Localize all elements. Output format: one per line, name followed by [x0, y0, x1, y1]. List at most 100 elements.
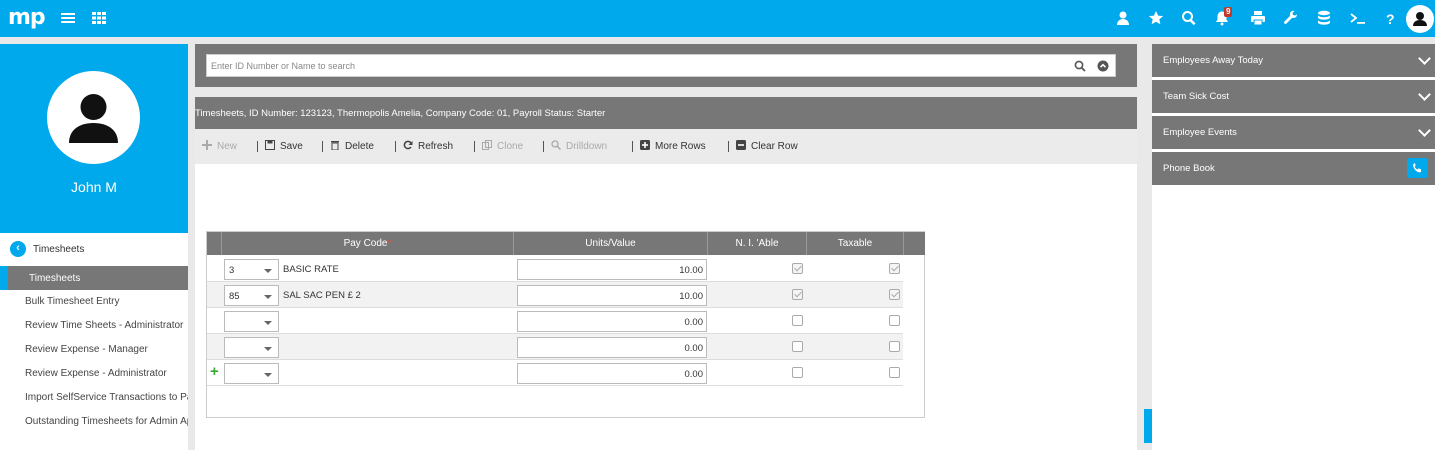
units-value-input[interactable]: 0.00: [517, 337, 707, 358]
help-icon[interactable]: ?: [1382, 10, 1398, 26]
phone-book-panel[interactable]: Phone Book: [1152, 152, 1435, 185]
chevron-up-circle-icon[interactable]: [1097, 60, 1109, 72]
chevron-down-icon[interactable]: [1418, 88, 1431, 101]
left-panel: John M ‹ Timesheets Timesheets Bulk Time…: [0, 44, 188, 450]
pay-code-select[interactable]: [224, 337, 279, 358]
top-bar: mp 9 ?: [0, 0, 1435, 37]
units-value-input[interactable]: 0.00: [517, 311, 707, 332]
pay-code-select[interactable]: 85: [224, 285, 279, 306]
nav-item-review-expense-manager[interactable]: Review Expense - Manager: [25, 344, 188, 355]
units-value-input[interactable]: 0.00: [517, 363, 707, 384]
toolbar-separator: [474, 141, 475, 152]
nav-item-label: Timesheets: [29, 273, 81, 284]
table-row: 3 BASIC RATE 10.00: [207, 256, 903, 282]
user-avatar-icon: [1413, 12, 1427, 26]
chevron-down-icon[interactable]: [1418, 52, 1431, 65]
search-icon[interactable]: [1181, 10, 1197, 26]
zoom-icon: [551, 140, 561, 150]
nav-item-bulk-timesheet[interactable]: Bulk Timesheet Entry: [25, 296, 188, 307]
employee-search-input[interactable]: [211, 59, 1011, 73]
timesheet-content: Pay Code* Units/Value N. I. 'Able Taxabl…: [195, 164, 1137, 450]
main-content: Timesheets, ID Number: 123123, Thermopol…: [195, 44, 1137, 450]
add-row-icon[interactable]: +: [210, 363, 219, 380]
app-logo[interactable]: mp: [8, 5, 46, 30]
units-value-input[interactable]: 10.00: [517, 285, 707, 306]
account-avatar[interactable]: [1406, 5, 1434, 33]
refresh-icon: [403, 140, 413, 150]
pay-code-description: BASIC RATE: [283, 264, 339, 275]
toolbar-separator: [257, 141, 258, 152]
plus-square-icon: [640, 140, 650, 150]
new-button[interactable]: New: [202, 140, 237, 152]
chevron-down-icon: [264, 321, 272, 325]
panel-divider: [1137, 44, 1151, 450]
wrench-icon[interactable]: [1283, 10, 1299, 26]
panel-title: Phone Book: [1163, 163, 1215, 174]
right-panel-toggle[interactable]: [1144, 409, 1152, 443]
team-sick-cost-panel[interactable]: Team Sick Cost: [1152, 80, 1435, 113]
apps-grid-icon[interactable]: [91, 10, 107, 26]
active-indicator: [0, 266, 8, 290]
pay-code-select[interactable]: [224, 363, 279, 384]
nav-item-outstanding-timesheets[interactable]: Outstanding Timesheets for Admin Ap: [25, 416, 188, 427]
ni-able-checkbox[interactable]: [792, 263, 803, 274]
profile-avatar[interactable]: [47, 71, 140, 164]
nav-item-review-expense-admin[interactable]: Review Expense - Administrator: [25, 368, 188, 379]
pay-code-select[interactable]: [224, 311, 279, 332]
clear-row-button[interactable]: Clear Row: [736, 140, 798, 152]
back-arrow-icon[interactable]: ‹: [10, 241, 26, 257]
record-title: Timesheets, ID Number: 123123, Thermopol…: [195, 108, 606, 119]
database-icon[interactable]: [1316, 10, 1332, 26]
ni-able-checkbox[interactable]: [792, 367, 803, 378]
taxable-checkbox[interactable]: [889, 367, 900, 378]
chevron-down-icon: [264, 347, 272, 351]
pay-code-description: SAL SAC PEN £ 2: [283, 290, 361, 301]
nav-item-timesheets[interactable]: Timesheets: [0, 266, 188, 290]
nav-item-review-timesheets-admin[interactable]: Review Time Sheets - Administrator: [25, 320, 188, 331]
save-button[interactable]: Save: [265, 140, 303, 152]
clone-button[interactable]: Clone: [482, 140, 523, 152]
hamburger-menu-icon[interactable]: [60, 10, 76, 26]
ni-able-checkbox[interactable]: [792, 289, 803, 300]
delete-button[interactable]: Delete: [330, 140, 374, 152]
taxable-checkbox[interactable]: [889, 341, 900, 352]
terminal-icon[interactable]: [1350, 10, 1366, 26]
ni-able-checkbox[interactable]: [792, 341, 803, 352]
header-filler: [903, 232, 925, 255]
search-icon[interactable]: [1074, 60, 1086, 72]
units-header[interactable]: Units/Value: [513, 232, 707, 255]
table-row: + 0.00: [207, 360, 903, 386]
star-icon[interactable]: [1148, 10, 1164, 26]
taxable-checkbox[interactable]: [889, 289, 900, 300]
nav-back-header[interactable]: ‹ Timesheets: [0, 238, 188, 262]
row-marker-header: [207, 232, 221, 255]
employees-away-panel[interactable]: Employees Away Today: [1152, 44, 1435, 77]
action-toolbar: New Save Delete Refresh Clone Drilldown …: [195, 129, 1137, 164]
ni-able-checkbox[interactable]: [792, 315, 803, 326]
taxable-checkbox[interactable]: [889, 263, 900, 274]
chevron-down-icon[interactable]: [1418, 124, 1431, 137]
toolbar-separator: [395, 141, 396, 152]
units-value-input[interactable]: 10.00: [517, 259, 707, 280]
table-row: 0.00: [207, 308, 903, 334]
pay-code-header[interactable]: Pay Code*: [221, 232, 513, 255]
refresh-button[interactable]: Refresh: [403, 140, 453, 152]
grid-header: Pay Code* Units/Value N. I. 'Able Taxabl…: [207, 232, 925, 255]
nav-item-import-selfservice[interactable]: Import SelfService Transactions to Pa: [25, 392, 188, 403]
drilldown-button[interactable]: Drilldown: [551, 140, 607, 152]
phone-icon: [1413, 163, 1422, 173]
user-icon[interactable]: [1115, 10, 1131, 26]
taxable-checkbox[interactable]: [889, 315, 900, 326]
chevron-down-icon: [264, 269, 272, 273]
more-rows-button[interactable]: More Rows: [640, 140, 706, 152]
taxable-header[interactable]: Taxable: [806, 232, 903, 255]
required-marker: *: [387, 238, 392, 249]
employee-events-panel[interactable]: Employee Events: [1152, 116, 1435, 149]
profile-name: John M: [71, 179, 117, 195]
search-box: [206, 54, 1116, 77]
print-icon[interactable]: [1250, 10, 1266, 26]
ni-able-header[interactable]: N. I. 'Able: [707, 232, 806, 255]
panel-title: Team Sick Cost: [1163, 91, 1229, 102]
phone-button[interactable]: [1407, 158, 1428, 178]
pay-code-select[interactable]: 3: [224, 259, 279, 280]
